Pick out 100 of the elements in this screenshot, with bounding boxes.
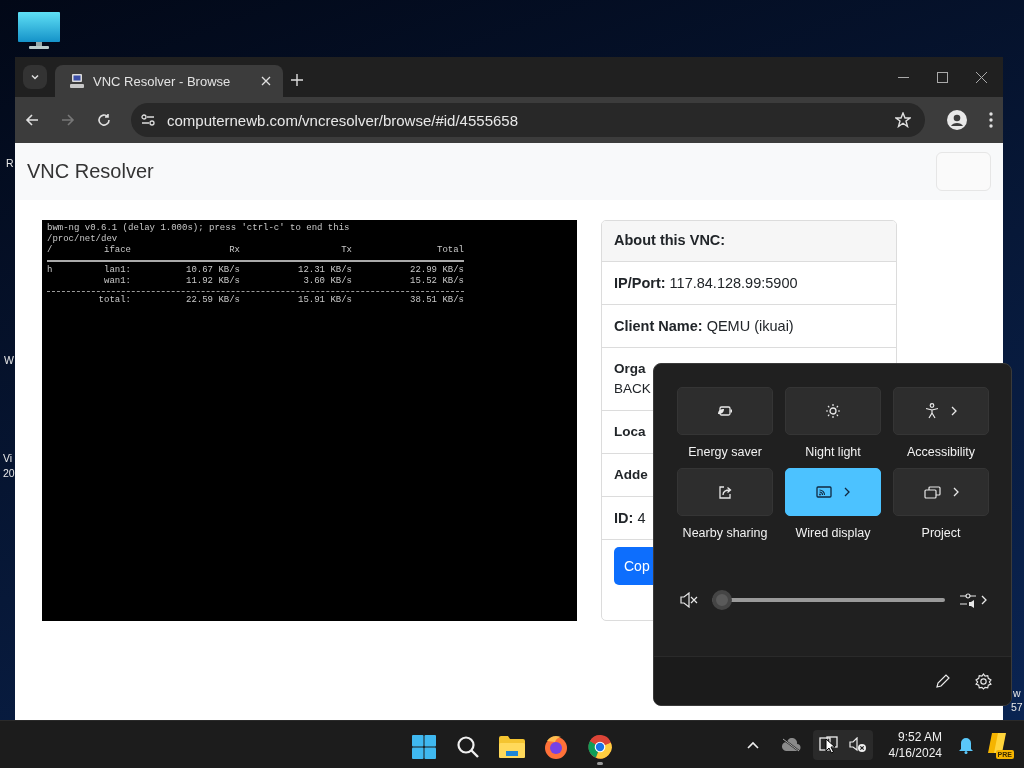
pencil-icon[interactable] — [935, 673, 951, 689]
terminal-text: 22.59 KB/s — [186, 295, 240, 306]
start-icon[interactable] — [412, 734, 436, 759]
desktop-icon-label[interactable]: R — [6, 156, 14, 170]
terminal-text: 15.91 KB/s — [298, 295, 352, 306]
star-icon[interactable] — [895, 112, 911, 128]
info-value: QEMU (ikuai) — [706, 318, 794, 334]
terminal-text: /proc/net/dev — [47, 234, 118, 245]
minimize-icon[interactable] — [898, 76, 909, 79]
info-label: Orga — [614, 360, 647, 378]
desktop-icon-label[interactable]: 20 — [3, 466, 15, 480]
share-icon — [717, 484, 733, 500]
tile-label: Project — [921, 526, 961, 540]
chevron-icon — [981, 595, 987, 605]
monitor-icon[interactable] — [18, 12, 60, 50]
tray-button[interactable] — [812, 729, 873, 760]
cursor-icon — [824, 737, 836, 754]
back-icon[interactable] — [25, 113, 39, 127]
profile-icon[interactable] — [947, 110, 967, 130]
display-icon — [818, 735, 839, 754]
terminal-text: total: — [98, 295, 131, 306]
terminal-text: 11.92 KB/s — [186, 276, 240, 287]
new-tab-icon[interactable] — [291, 74, 303, 86]
info-value: 4 — [637, 510, 646, 526]
site-title[interactable]: VNC Resolver — [27, 160, 154, 183]
computer-icon — [69, 73, 85, 89]
terminal-text: Rx — [229, 245, 240, 256]
tile-label: Accessibility — [906, 445, 976, 459]
terminal-text: bwm-ng v0.6.1 (delay 1.000s); press 'ctrl-c' to end this — [47, 223, 350, 234]
tile-label: Nearby sharing — [682, 526, 768, 540]
running-indicator — [597, 761, 603, 765]
speaker-muted-icon — [848, 736, 867, 753]
tile-label: Wired display — [795, 526, 871, 540]
screens-icon — [923, 485, 941, 499]
terminal-text: lan1: — [104, 265, 131, 276]
volume-slider[interactable] — [712, 590, 945, 610]
address-bar[interactable]: computernewb.com/vncresolver/browse/#id/4555658 — [131, 103, 925, 137]
menu-icon[interactable] — [989, 112, 993, 128]
bell-icon[interactable] — [958, 735, 974, 754]
terminal-text: iface — [104, 245, 131, 256]
terminal-text: 10.67 KB/s — [186, 265, 240, 276]
terminal-text: 38.51 KB/s — [410, 295, 464, 306]
maximize-icon[interactable] — [937, 72, 948, 83]
copy-button[interactable]: Cop — [614, 547, 653, 585]
quick-settings-tile[interactable] — [785, 468, 881, 516]
folder-icon[interactable] — [499, 735, 525, 758]
desktop-icon-label[interactable]: Vi — [3, 451, 13, 465]
clock[interactable]: 9:52 AM 4/16/2024 — [888, 728, 942, 761]
firefox-icon[interactable] — [544, 734, 568, 759]
terminal-text: h — [47, 265, 53, 276]
info-label: IP/Port: — [614, 275, 666, 291]
caret-icon — [30, 72, 40, 82]
browser-tab[interactable]: VNC Resolver - Browse — [55, 65, 283, 97]
caret-icon[interactable] — [746, 740, 759, 749]
close-icon[interactable] — [976, 72, 987, 83]
person-icon — [925, 403, 939, 419]
cast-icon — [816, 486, 832, 498]
desktop-icon-label[interactable]: 57 — [1011, 700, 1023, 714]
terminal-text: Tx — [341, 245, 352, 256]
info-value: 117.84.128.99:5900 — [669, 275, 798, 291]
info-label: Client Name: — [614, 318, 703, 334]
terminal-text: 22.99 KB/s — [410, 265, 464, 276]
tab-list-button[interactable] — [23, 65, 47, 89]
quick-settings-tile[interactable] — [677, 387, 773, 435]
site-info-icon[interactable] — [141, 114, 155, 126]
desktop-icon-label[interactable]: W — [4, 353, 14, 367]
slider-thumb[interactable] — [712, 590, 732, 610]
chevron-icon — [952, 487, 959, 497]
tile-label: Energy saver — [688, 445, 762, 459]
quick-settings-tile[interactable] — [893, 468, 989, 516]
battery-leaf-icon — [717, 405, 733, 417]
tile-label: Night light — [805, 445, 861, 459]
card-title: About this VNC: — [602, 221, 896, 262]
info-label: ID: — [614, 510, 634, 526]
settings-icon[interactable] — [975, 672, 992, 690]
search-icon[interactable] — [456, 734, 480, 759]
forward-icon[interactable] — [61, 113, 75, 127]
reload-icon[interactable] — [97, 113, 111, 127]
chevron-icon — [844, 487, 850, 497]
terminal-text: Total — [437, 245, 464, 256]
speaker-muted-icon[interactable] — [680, 592, 698, 608]
sun-icon — [826, 404, 840, 418]
quick-settings-tile[interactable] — [677, 468, 773, 516]
info-label: Loca — [614, 424, 646, 439]
terminal-text: 3.60 KB/s — [303, 276, 352, 287]
terminal-text: 12.31 KB/s — [298, 265, 352, 276]
desktop-icon-label[interactable]: w — [1013, 686, 1021, 700]
chevron-icon — [951, 406, 957, 416]
cloud-off-icon[interactable] — [780, 737, 801, 752]
quick-settings-tile[interactable] — [893, 387, 989, 435]
time-text: 9:52 AM — [897, 728, 942, 745]
chrome-icon[interactable] — [588, 734, 612, 759]
info-label: Adde — [614, 467, 648, 482]
terminal-text: wan1: — [104, 276, 131, 287]
terminal-text: / — [47, 245, 53, 256]
date-text: 4/16/2024 — [888, 744, 942, 761]
info-value: BACK — [614, 381, 651, 396]
terminal-text: 15.52 KB/s — [410, 276, 464, 287]
sound-output-button[interactable] — [959, 592, 987, 608]
quick-settings-tile[interactable] — [785, 387, 881, 435]
